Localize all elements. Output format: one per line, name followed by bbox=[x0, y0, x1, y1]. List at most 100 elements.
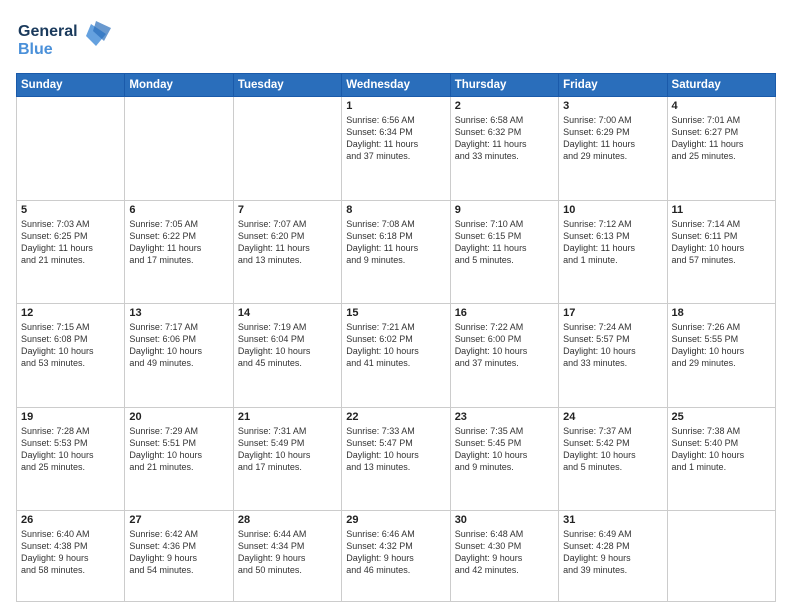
day-number: 14 bbox=[238, 307, 337, 319]
day-info: Sunrise: 7:38 AM Sunset: 5:40 PM Dayligh… bbox=[672, 425, 771, 474]
calendar-cell bbox=[667, 511, 775, 602]
day-info: Sunrise: 6:46 AM Sunset: 4:32 PM Dayligh… bbox=[346, 528, 445, 577]
day-info: Sunrise: 6:49 AM Sunset: 4:28 PM Dayligh… bbox=[563, 528, 662, 577]
day-info: Sunrise: 6:42 AM Sunset: 4:36 PM Dayligh… bbox=[129, 528, 228, 577]
calendar-cell: 7 Sunrise: 7:07 AM Sunset: 6:20 PM Daylig… bbox=[233, 200, 341, 304]
calendar-cell: 10 Sunrise: 7:12 AM Sunset: 6:13 PM Dayli… bbox=[559, 200, 667, 304]
day-number: 8 bbox=[346, 204, 445, 216]
day-info: Sunrise: 7:05 AM Sunset: 6:22 PM Dayligh… bbox=[129, 218, 228, 267]
weekday-header-monday: Monday bbox=[125, 74, 233, 97]
calendar-cell: 2 Sunrise: 6:58 AM Sunset: 6:32 PM Daylig… bbox=[450, 97, 558, 201]
calendar-cell: 18 Sunrise: 7:26 AM Sunset: 5:55 PM Dayli… bbox=[667, 304, 775, 408]
header: General Blue bbox=[16, 16, 776, 65]
day-info: Sunrise: 7:03 AM Sunset: 6:25 PM Dayligh… bbox=[21, 218, 120, 267]
day-info: Sunrise: 7:14 AM Sunset: 6:11 PM Dayligh… bbox=[672, 218, 771, 267]
weekday-header-wednesday: Wednesday bbox=[342, 74, 450, 97]
calendar-cell bbox=[17, 97, 125, 201]
calendar-cell: 14 Sunrise: 7:19 AM Sunset: 6:04 PM Dayli… bbox=[233, 304, 341, 408]
day-info: Sunrise: 6:48 AM Sunset: 4:30 PM Dayligh… bbox=[455, 528, 554, 577]
calendar-cell: 13 Sunrise: 7:17 AM Sunset: 6:06 PM Dayli… bbox=[125, 304, 233, 408]
calendar-cell: 12 Sunrise: 7:15 AM Sunset: 6:08 PM Dayli… bbox=[17, 304, 125, 408]
day-number: 18 bbox=[672, 307, 771, 319]
day-number: 23 bbox=[455, 411, 554, 423]
day-info: Sunrise: 6:58 AM Sunset: 6:32 PM Dayligh… bbox=[455, 114, 554, 163]
day-number: 1 bbox=[346, 100, 445, 112]
day-info: Sunrise: 6:56 AM Sunset: 6:34 PM Dayligh… bbox=[346, 114, 445, 163]
day-info: Sunrise: 7:08 AM Sunset: 6:18 PM Dayligh… bbox=[346, 218, 445, 267]
calendar-cell: 6 Sunrise: 7:05 AM Sunset: 6:22 PM Daylig… bbox=[125, 200, 233, 304]
calendar-cell: 22 Sunrise: 7:33 AM Sunset: 5:47 PM Dayli… bbox=[342, 407, 450, 511]
day-number: 7 bbox=[238, 204, 337, 216]
page: General Blue SundayMondayTuesdayWednesda… bbox=[0, 0, 792, 612]
day-info: Sunrise: 7:37 AM Sunset: 5:42 PM Dayligh… bbox=[563, 425, 662, 474]
calendar-cell: 8 Sunrise: 7:08 AM Sunset: 6:18 PM Daylig… bbox=[342, 200, 450, 304]
day-number: 26 bbox=[21, 514, 120, 526]
calendar-cell: 21 Sunrise: 7:31 AM Sunset: 5:49 PM Dayli… bbox=[233, 407, 341, 511]
day-number: 25 bbox=[672, 411, 771, 423]
day-info: Sunrise: 7:28 AM Sunset: 5:53 PM Dayligh… bbox=[21, 425, 120, 474]
day-number: 6 bbox=[129, 204, 228, 216]
weekday-header-row: SundayMondayTuesdayWednesdayThursdayFrid… bbox=[17, 74, 776, 97]
day-number: 20 bbox=[129, 411, 228, 423]
day-number: 31 bbox=[563, 514, 662, 526]
day-number: 24 bbox=[563, 411, 662, 423]
calendar-cell: 24 Sunrise: 7:37 AM Sunset: 5:42 PM Dayli… bbox=[559, 407, 667, 511]
calendar-cell: 3Sunrise: 7:00 AM Sunset: 6:29 PM Daylig… bbox=[559, 97, 667, 201]
day-info: Sunrise: 7:29 AM Sunset: 5:51 PM Dayligh… bbox=[129, 425, 228, 474]
day-number: 12 bbox=[21, 307, 120, 319]
calendar-cell: 19 Sunrise: 7:28 AM Sunset: 5:53 PM Dayli… bbox=[17, 407, 125, 511]
calendar-cell: 4Sunrise: 7:01 AM Sunset: 6:27 PM Daylig… bbox=[667, 97, 775, 201]
calendar-cell: 31 Sunrise: 6:49 AM Sunset: 4:28 PM Dayli… bbox=[559, 511, 667, 602]
weekday-header-thursday: Thursday bbox=[450, 74, 558, 97]
day-number: 29 bbox=[346, 514, 445, 526]
calendar-cell: 26 Sunrise: 6:40 AM Sunset: 4:38 PM Dayli… bbox=[17, 511, 125, 602]
day-info: Sunrise: 7:22 AM Sunset: 6:00 PM Dayligh… bbox=[455, 321, 554, 370]
calendar-cell bbox=[233, 97, 341, 201]
day-info: Sunrise: 7:33 AM Sunset: 5:47 PM Dayligh… bbox=[346, 425, 445, 474]
day-number: 21 bbox=[238, 411, 337, 423]
day-number: 10 bbox=[563, 204, 662, 216]
day-info: Sunrise: 7:31 AM Sunset: 5:49 PM Dayligh… bbox=[238, 425, 337, 474]
day-number: 17 bbox=[563, 307, 662, 319]
day-info: Sunrise: 7:15 AM Sunset: 6:08 PM Dayligh… bbox=[21, 321, 120, 370]
day-number: 11 bbox=[672, 204, 771, 216]
calendar-cell: 1 Sunrise: 6:56 AM Sunset: 6:34 PM Daylig… bbox=[342, 97, 450, 201]
calendar-cell: 5 Sunrise: 7:03 AM Sunset: 6:25 PM Daylig… bbox=[17, 200, 125, 304]
day-number: 19 bbox=[21, 411, 120, 423]
day-info: Sunrise: 7:00 AM Sunset: 6:29 PM Dayligh… bbox=[563, 114, 662, 163]
logo-icon: General Blue bbox=[16, 16, 116, 60]
weekday-header-tuesday: Tuesday bbox=[233, 74, 341, 97]
day-info: Sunrise: 7:12 AM Sunset: 6:13 PM Dayligh… bbox=[563, 218, 662, 267]
day-number: 30 bbox=[455, 514, 554, 526]
day-info: Sunrise: 6:40 AM Sunset: 4:38 PM Dayligh… bbox=[21, 528, 120, 577]
day-info: Sunrise: 7:21 AM Sunset: 6:02 PM Dayligh… bbox=[346, 321, 445, 370]
calendar-cell: 29 Sunrise: 6:46 AM Sunset: 4:32 PM Dayli… bbox=[342, 511, 450, 602]
calendar-cell: 9 Sunrise: 7:10 AM Sunset: 6:15 PM Daylig… bbox=[450, 200, 558, 304]
calendar-table: SundayMondayTuesdayWednesdayThursdayFrid… bbox=[16, 73, 776, 602]
day-info: Sunrise: 7:19 AM Sunset: 6:04 PM Dayligh… bbox=[238, 321, 337, 370]
calendar-cell: 30 Sunrise: 6:48 AM Sunset: 4:30 PM Dayli… bbox=[450, 511, 558, 602]
day-info: Sunrise: 7:35 AM Sunset: 5:45 PM Dayligh… bbox=[455, 425, 554, 474]
calendar-cell bbox=[125, 97, 233, 201]
day-number: 9 bbox=[455, 204, 554, 216]
weekday-header-sunday: Sunday bbox=[17, 74, 125, 97]
day-info: Sunrise: 7:24 AM Sunset: 5:57 PM Dayligh… bbox=[563, 321, 662, 370]
calendar-cell: 27Sunrise: 6:42 AM Sunset: 4:36 PM Dayli… bbox=[125, 511, 233, 602]
day-number: 13 bbox=[129, 307, 228, 319]
calendar-cell: 25 Sunrise: 7:38 AM Sunset: 5:40 PM Dayli… bbox=[667, 407, 775, 511]
day-info: Sunrise: 7:26 AM Sunset: 5:55 PM Dayligh… bbox=[672, 321, 771, 370]
day-number: 15 bbox=[346, 307, 445, 319]
week-row-3: 12 Sunrise: 7:15 AM Sunset: 6:08 PM Dayli… bbox=[17, 304, 776, 408]
day-number: 2 bbox=[455, 100, 554, 112]
calendar-cell: 28Sunrise: 6:44 AM Sunset: 4:34 PM Dayli… bbox=[233, 511, 341, 602]
calendar-cell: 16Sunrise: 7:22 AM Sunset: 6:00 PM Dayli… bbox=[450, 304, 558, 408]
day-number: 28 bbox=[238, 514, 337, 526]
day-info: Sunrise: 7:10 AM Sunset: 6:15 PM Dayligh… bbox=[455, 218, 554, 267]
calendar-cell: 17 Sunrise: 7:24 AM Sunset: 5:57 PM Dayli… bbox=[559, 304, 667, 408]
day-info: Sunrise: 7:07 AM Sunset: 6:20 PM Dayligh… bbox=[238, 218, 337, 267]
logo: General Blue bbox=[16, 16, 116, 65]
day-number: 22 bbox=[346, 411, 445, 423]
day-number: 5 bbox=[21, 204, 120, 216]
day-info: Sunrise: 7:17 AM Sunset: 6:06 PM Dayligh… bbox=[129, 321, 228, 370]
svg-text:Blue: Blue bbox=[18, 41, 53, 58]
